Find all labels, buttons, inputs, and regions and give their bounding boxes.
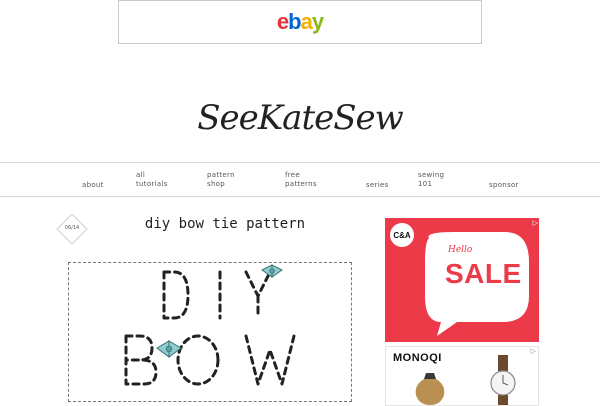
ca-sale-ad[interactable]: C&A ▷ Hello SALE (385, 218, 539, 342)
main-nav: about all tutorials pattern shop free pa… (0, 162, 600, 197)
nav-item-all-tutorials[interactable]: all tutorials (136, 171, 168, 189)
monoqi-ad[interactable]: MONOQI ▷ (385, 346, 539, 406)
nav-item-sewing-101[interactable]: sewing 101 (418, 171, 444, 189)
nav-item-about[interactable]: about (82, 181, 104, 190)
nav-item-free-patterns[interactable]: free patterns (285, 171, 317, 189)
watch-icon (490, 355, 516, 405)
nav-item-series[interactable]: series (366, 181, 389, 190)
bow-icon-2 (156, 340, 182, 358)
nav-item-sponsor[interactable]: sponsor (489, 181, 519, 190)
ebay-logo: ebay (276, 9, 324, 34)
bow-icon-1 (261, 264, 283, 278)
site-logo[interactable]: SeeKateSew (0, 98, 600, 138)
nav-item-pattern-shop[interactable]: pattern shop (207, 171, 235, 189)
post-featured-image[interactable] (68, 262, 352, 402)
wooden-lamp-icon (415, 373, 445, 405)
ad-hello-text: Hello (448, 245, 473, 255)
post-title[interactable]: diy bow tie pattern (100, 216, 350, 232)
ebay-ad-banner[interactable]: ebay (118, 0, 482, 44)
post-date: 06/14 (64, 225, 80, 231)
ad-sale-text: SALE (445, 258, 522, 289)
